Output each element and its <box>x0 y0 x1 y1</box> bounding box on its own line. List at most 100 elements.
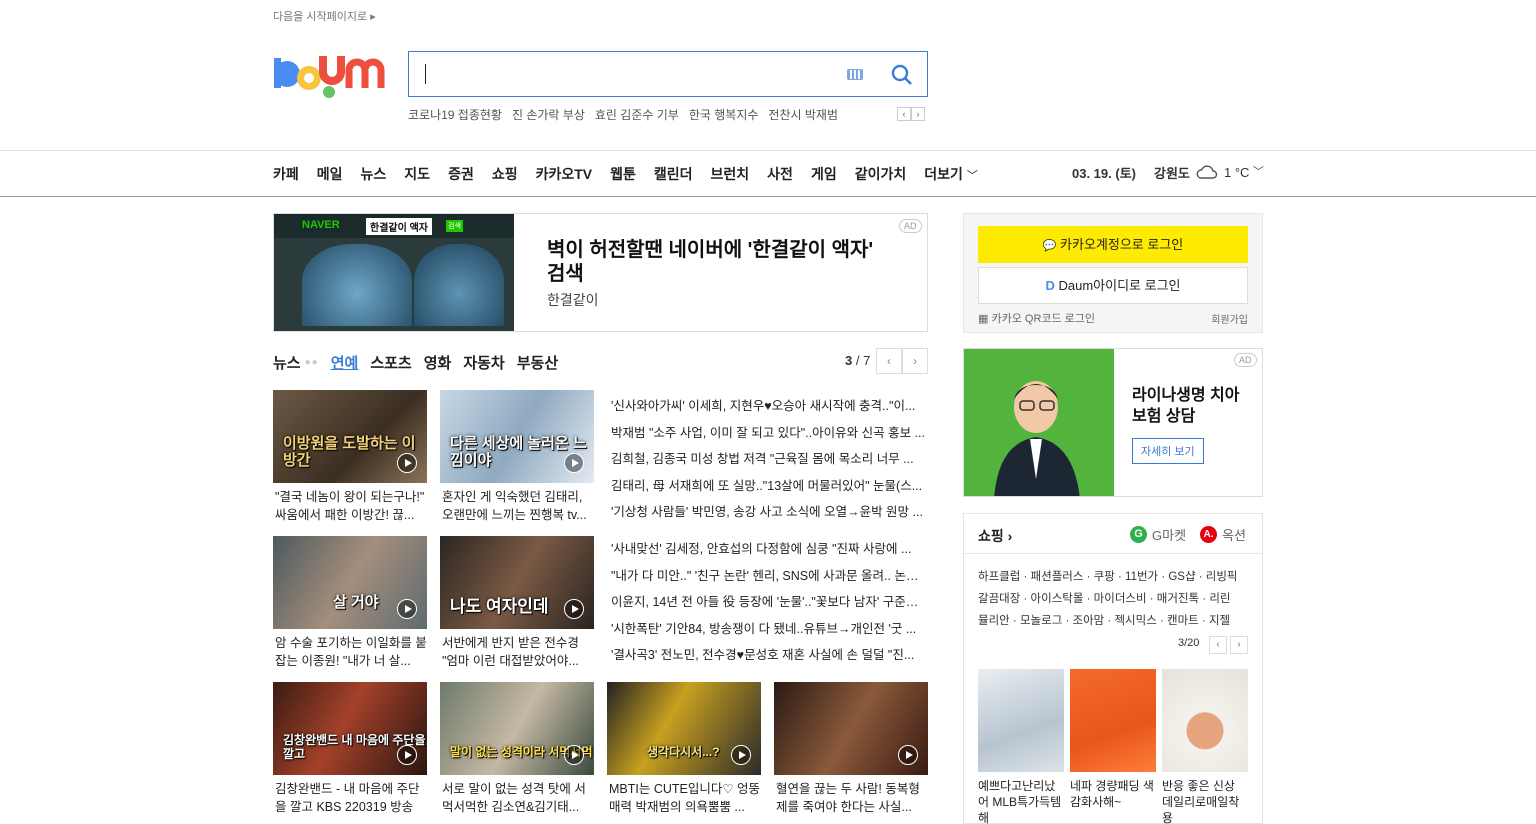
news-thumbnail[interactable]: 생각다시서...? <box>607 682 761 775</box>
news-thumbnail[interactable]: 나도 여자인데 <box>440 536 594 629</box>
nav-item-kakaotv[interactable]: 카카오TV <box>536 164 593 184</box>
ad-search-chip: 검색 <box>446 220 463 232</box>
ad-banner[interactable]: NAVER 한결같이 액자 검색 벽이 허전할땐 네이버에 '한결같이 액자' … <box>273 213 928 332</box>
nav-item-shopping[interactable]: 쇼핑 <box>492 164 518 184</box>
product-item[interactable]: 반응 좋은 신상 데일리로매일착용 <box>1162 669 1248 824</box>
news-thumbnail[interactable]: 이방원을 도발하는 이방간 <box>273 390 427 483</box>
suggestion-item[interactable]: 진 손가락 부상 <box>512 106 585 123</box>
nav-item-brunch[interactable]: 브런치 <box>711 164 750 184</box>
news-headline-list: '신사와아가씨' 이세희, 지현우♥오승아 새시작에 충격.."이... 박재범… <box>611 395 927 528</box>
suggestion-item[interactable]: 효린 김준수 기부 <box>595 106 679 123</box>
shopping-link-row[interactable]: 갈끔대장 · 아이스탁몰 · 마이더스비 · 매거진톡 · 리린 <box>978 588 1258 610</box>
news-headline[interactable]: '사내맞선' 김세정, 안효섭의 다정함에 심쿵 "진짜 사랑에 ... <box>611 538 927 565</box>
shopping-title[interactable]: 쇼핑 › <box>978 526 1012 546</box>
news-thumbnail[interactable] <box>774 682 928 775</box>
insurance-ad[interactable]: 라이나생명 치아보험 상담 자세히 보기 AD <box>963 348 1263 497</box>
page-total: / 7 <box>852 353 871 368</box>
chevron-down-icon[interactable]: ﹀ <box>1253 163 1264 179</box>
play-icon <box>564 599 584 619</box>
kakao-login-button[interactable]: 💬 카카오계정으로 로그인 <box>978 226 1248 263</box>
search-input[interactable] <box>421 60 821 88</box>
tab-car[interactable]: 자동차 <box>463 352 504 373</box>
news-thumbnail-caption[interactable]: 김창완밴드 - 내 마음에 주단을 깔고 KBS 220319 방송 <box>275 780 429 816</box>
news-thumbnail[interactable]: 김창완밴드 내 마음에 주단을 깔고 <box>273 682 427 775</box>
nav-item-stock[interactable]: 증권 <box>448 164 474 184</box>
gmarket-link[interactable]: G G마켓 <box>1130 525 1186 544</box>
main-nav: 카페 메일 뉴스 지도 증권 쇼핑 카카오TV 웹툰 캘린더 브런치 사전 게임… <box>273 164 978 184</box>
news-headline[interactable]: "내가 다 미안.." '친구 논란' 헨리, SNS에 사과문 올려.. 논란… <box>611 565 927 592</box>
news-thumbnail-caption[interactable]: 혼자인 게 익숙했던 김태리, 오랜만에 느끼는 찐행복 tv... <box>442 488 596 524</box>
signup-link[interactable]: 회원가입 <box>1211 311 1248 326</box>
thumbnail-overlay-text: 살 거야 <box>333 594 379 611</box>
chevron-right-icon[interactable]: › <box>911 107 925 121</box>
product-item[interactable]: 예쁘다고난리났어 MLB특가득템해 <box>978 669 1064 824</box>
set-start-page-link[interactable]: 다음을 시작페이지로 ▸ <box>273 8 376 24</box>
nav-item-map[interactable]: 지도 <box>404 164 430 184</box>
shopping-links: 하프클럽 · 패션플러스 · 쿠팡 · 11번가 · GS샵 · 리빙픽 갈끔대… <box>978 566 1258 632</box>
news-headline[interactable]: '시한폭탄' 기안84, 방송쟁이 다 됐네..유튜브→개인전 '굿 ... <box>611 618 927 645</box>
keyboard-icon[interactable] <box>847 69 863 80</box>
news-thumbnail[interactable]: 살 거야 <box>273 536 427 629</box>
suggestion-item[interactable]: 전찬시 박재범 <box>768 106 838 123</box>
chevron-left-icon[interactable]: ‹ <box>897 107 911 121</box>
qr-login-link[interactable]: ▦ 카카오 QR코드 로그인 <box>978 310 1095 326</box>
news-thumbnail-caption[interactable]: "결국 네놈이 왕이 되는구나!" 싸움에서 패한 이방간! 끊... <box>275 488 429 524</box>
product-item[interactable]: 네파 경량패딩 색감화사해~ <box>1070 669 1156 810</box>
news-headline[interactable]: '신사와아가씨' 이세희, 지현우♥오승아 새시작에 충격.."이... <box>611 395 927 422</box>
nav-item-dictionary[interactable]: 사전 <box>767 164 793 184</box>
nav-item-mail[interactable]: 메일 <box>317 164 343 184</box>
chevron-right-icon[interactable]: › <box>1230 636 1248 654</box>
weather-region[interactable]: 강원도 <box>1154 163 1190 182</box>
suggestion-item[interactable]: 한국 행복지수 <box>689 106 759 123</box>
nav-item-cafe[interactable]: 카페 <box>273 164 299 184</box>
search-suggestions: 코로나19 접종현황 진 손가락 부상 효린 김준수 기부 한국 행복지수 전찬… <box>408 106 838 123</box>
suggestion-item[interactable]: 코로나19 접종현황 <box>408 106 502 123</box>
news-headline[interactable]: 김태리, 母 서재희에 또 실망.."13살에 머물러있어" 눈물(스... <box>611 475 927 502</box>
play-icon <box>564 745 584 765</box>
nav-more-label: 더보기 <box>924 166 963 182</box>
news-headline[interactable]: 김희철, 김종국 미성 창법 저격 "근육질 몸에 목소리 너무 ... <box>611 448 927 475</box>
ad-detail-button[interactable]: 자세히 보기 <box>1132 438 1204 464</box>
news-headline[interactable]: 박재범 "소주 사업, 이미 잘 되고 있다"..아이유와 신곡 홍보 ... <box>611 422 927 449</box>
shopping-header: 쇼핑 › G G마켓 A. 옥션 <box>964 514 1262 554</box>
shopping-link-row[interactable]: 뮬리안 · 모놀로그 · 조아맘 · 젝시믹스 · 캔마트 · 지젤 <box>978 610 1258 632</box>
auction-link[interactable]: A. 옥션 <box>1200 525 1246 544</box>
ad-title[interactable]: 벽이 허전할땐 네이버에 '한결같이 액자' 검색 <box>547 238 887 286</box>
tab-news[interactable]: 뉴스 <box>273 352 301 373</box>
daum-login-label: Daum아이디로 로그인 <box>1058 278 1181 293</box>
news-thumbnail-caption[interactable]: 서반에게 반지 받은 전수경 "엄마 이런 대접받았어야... <box>442 634 596 670</box>
chevron-right-icon[interactable]: › <box>902 348 928 374</box>
news-thumbnail-caption[interactable]: MBTI는 CUTE입니다♡ 엉뚱매력 박재범의 의욕뿜뿜 ... <box>609 780 763 816</box>
nav-item-more[interactable]: 더보기 ﹀ <box>924 164 978 184</box>
news-thumbnail-caption[interactable]: 암 수술 포기하는 이일화를 붙잡는 이종원! "내가 너 살... <box>275 634 429 670</box>
nav-item-calendar[interactable]: 캘린더 <box>654 164 693 184</box>
nav-item-webtoon[interactable]: 웹툰 <box>610 164 636 184</box>
chat-bubble-icon: 💬 <box>1042 240 1057 252</box>
qr-login-label: 카카오 QR코드 로그인 <box>991 313 1096 325</box>
news-headline[interactable]: '결사곡3' 전노민, 전수경♥문성호 재혼 사실에 손 덜덜 "진... <box>611 644 927 671</box>
news-headline[interactable]: 이윤지, 14년 전 아들 役 등장에 '눈물'.."꽃보다 남자' 구준표..… <box>611 591 927 618</box>
tab-entertainment[interactable]: 연예 <box>331 352 359 373</box>
product-image <box>1070 669 1156 772</box>
tab-sports[interactable]: 스포츠 <box>370 352 411 373</box>
daum-d-icon: D <box>1045 278 1055 293</box>
search-icon[interactable] <box>891 64 913 86</box>
news-thumbnail-caption[interactable]: 서로 말이 없는 성격 탓에 서먹서먹한 김소연&김기태... <box>442 780 596 816</box>
shopping-link-row[interactable]: 하프클럽 · 패션플러스 · 쿠팡 · 11번가 · GS샵 · 리빙픽 <box>978 566 1258 588</box>
news-headline[interactable]: '기상청 사람들' 박민영, 송강 사고 소식에 오열→윤박 원망 ... <box>611 501 927 528</box>
chevron-left-icon[interactable]: ‹ <box>876 348 902 374</box>
news-thumbnail-caption[interactable]: 혈연을 끊는 두 사람! 동복형제를 죽여야 한다는 사실... <box>776 780 930 816</box>
nav-item-game[interactable]: 게임 <box>811 164 837 184</box>
daum-logo[interactable] <box>273 50 389 98</box>
news-thumbnail[interactable]: 다른 세상에 놀러온 느낌이야 <box>440 390 594 483</box>
nav-item-news[interactable]: 뉴스 <box>361 164 387 184</box>
thumbnail-overlay-text: 나도 여자인데 <box>450 597 549 616</box>
tab-movie[interactable]: 영화 <box>424 352 452 373</box>
nav-item-together[interactable]: 같이가치 <box>855 164 907 184</box>
news-thumbnail[interactable]: 말이 없는 성격이라 서먹서먹 <box>440 682 594 775</box>
search-box[interactable] <box>408 51 928 97</box>
tab-realestate[interactable]: 부동산 <box>517 352 558 373</box>
chevron-left-icon[interactable]: ‹ <box>1209 636 1227 654</box>
daum-login-button[interactable]: D Daum아이디로 로그인 <box>978 267 1248 304</box>
ad-title[interactable]: 라이나생명 치아보험 상담 <box>1132 385 1252 427</box>
